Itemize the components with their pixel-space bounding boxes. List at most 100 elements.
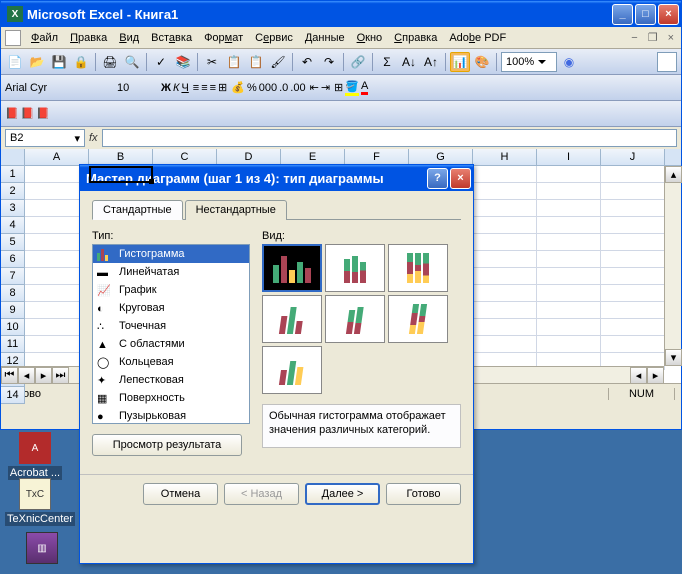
col-header[interactable]: F [345,149,409,165]
help-button[interactable]: ◉ [559,52,579,72]
percent-button[interactable]: % [247,82,257,94]
tab-next-button[interactable]: ▸ [35,367,52,384]
menu-window[interactable]: Окно [351,30,389,46]
col-header[interactable]: A [25,149,89,165]
drawing-button[interactable]: 🎨 [472,52,492,72]
desktop-icon-texniccenter[interactable]: TxC TeXnicCenter [5,478,65,526]
next-button[interactable]: Далее > [305,483,380,505]
format-painter-button[interactable]: 🖌 [268,52,288,72]
spellcheck-button[interactable]: ✓ [151,52,171,72]
type-item-doughnut[interactable]: ◯ Кольцевая [93,353,249,371]
row-header[interactable]: 10 [1,319,25,336]
mdi-minimize-button[interactable]: − [628,32,640,44]
col-header[interactable]: D [217,149,281,165]
type-item-bubble[interactable]: ● Пузырьковая [93,407,249,424]
type-item-area[interactable]: ▲ С областями [93,335,249,353]
bold-button[interactable]: Ж [161,82,171,94]
menu-adobe-pdf[interactable]: Adobe PDF [443,30,512,46]
borders-button[interactable]: ⊞ [334,81,343,94]
active-cell[interactable] [89,166,153,183]
type-item-histogram[interactable]: Гистограмма [93,245,249,263]
help-search[interactable] [657,52,677,72]
desktop-icon-acrobat[interactable]: A Acrobat ... [5,432,65,480]
type-item-surface[interactable]: ▦ Поверхность [93,389,249,407]
scroll-right-button[interactable]: ▸ [647,367,664,384]
preview-result-button[interactable]: Просмотр результата [92,434,242,456]
menu-tools[interactable]: Сервис [249,30,299,46]
mdi-close-button[interactable]: × [665,32,677,44]
col-header[interactable]: C [153,149,217,165]
research-button[interactable]: 📚 [173,52,193,72]
row-header[interactable]: 3 [1,200,25,217]
align-center-button[interactable]: ≡ [201,82,207,94]
row-header[interactable]: 1 [1,166,25,183]
comma-button[interactable]: 000 [259,82,277,94]
convert-email-pdf-button[interactable]: 📕 [21,107,35,120]
row-header[interactable]: 9 [1,302,25,319]
formula-input[interactable] [102,129,677,147]
align-right-button[interactable]: ≡ [210,82,216,94]
menu-insert[interactable]: Вставка [145,30,198,46]
col-header[interactable]: J [601,149,665,165]
finish-button[interactable]: Готово [386,483,461,505]
col-header[interactable]: E [281,149,345,165]
row-header[interactable]: 7 [1,268,25,285]
chart-type-list[interactable]: Гистограмма ▬ Линейчатая 📈 График ◐ Круг… [92,244,250,424]
minimize-button[interactable]: _ [612,4,633,25]
desktop-icon-winrar[interactable]: ▥ [12,532,72,566]
cancel-button[interactable]: Отмена [143,483,218,505]
print-button[interactable]: 🖨 [100,52,120,72]
decrease-indent-button[interactable]: ⇤ [310,81,319,94]
type-item-scatter[interactable]: ∴ Точечная [93,317,249,335]
font-color-button[interactable]: A [361,80,368,95]
increase-indent-button[interactable]: ⇥ [321,81,330,94]
fx-label[interactable]: fx [89,132,98,144]
menu-edit[interactable]: Правка [64,30,113,46]
maximize-button[interactable]: □ [635,4,656,25]
copy-button[interactable]: 📋 [224,52,244,72]
autosum-button[interactable]: Σ [377,52,397,72]
select-all-corner[interactable] [1,149,25,165]
zoom-dropdown[interactable]: 100% [501,52,557,72]
redo-button[interactable]: ↷ [319,52,339,72]
decrease-decimal-button[interactable]: .00 [290,82,305,94]
italic-button[interactable]: К [173,82,179,94]
sort-asc-button[interactable]: A↓ [399,52,419,72]
col-header[interactable]: H [473,149,537,165]
underline-button[interactable]: Ч [181,82,188,94]
tab-standard[interactable]: Стандартные [92,200,183,220]
dialog-help-button[interactable]: ? [427,168,448,189]
subtype-clustered[interactable] [262,244,322,292]
tab-first-button[interactable]: ⏮ [1,367,18,384]
vertical-scrollbar[interactable]: ▴ ▾ [664,166,681,366]
tab-last-button[interactable]: ⏭ [52,367,69,384]
sort-desc-button[interactable]: A↑ [421,52,441,72]
cut-button[interactable]: ✂ [202,52,222,72]
print-preview-button[interactable]: 🔍 [122,52,142,72]
row-header[interactable]: 6 [1,251,25,268]
convert-to-pdf-button[interactable]: 📕 [5,107,19,120]
tab-nonstandard[interactable]: Нестандартные [185,200,287,220]
row-header[interactable]: 5 [1,234,25,251]
currency-button[interactable]: 💰 [231,81,245,94]
subtype-3d-column[interactable] [262,346,322,394]
increase-decimal-button[interactable]: .0 [279,82,288,94]
dialog-close-button[interactable]: × [450,168,471,189]
name-box[interactable]: B2 ▾ [5,129,85,147]
subtype-3d-clustered[interactable] [262,295,322,343]
fill-color-button[interactable]: 🪣 [345,80,359,96]
undo-button[interactable]: ↶ [297,52,317,72]
menu-view[interactable]: Вид [113,30,145,46]
align-left-button[interactable]: ≡ [193,82,199,94]
save-button[interactable]: 💾 [49,52,69,72]
type-item-line[interactable]: 📈 График [93,281,249,299]
menu-file[interactable]: Файл [25,30,64,46]
merge-center-button[interactable]: ⊞ [218,81,227,94]
close-button[interactable]: × [658,4,679,25]
hyperlink-button[interactable]: 🔗 [348,52,368,72]
menu-help[interactable]: Справка [388,30,443,46]
menu-data[interactable]: Данные [299,30,351,46]
open-button[interactable]: 📂 [27,52,47,72]
mdi-restore-button[interactable]: ❐ [645,31,661,44]
type-item-bar[interactable]: ▬ Линейчатая [93,263,249,281]
